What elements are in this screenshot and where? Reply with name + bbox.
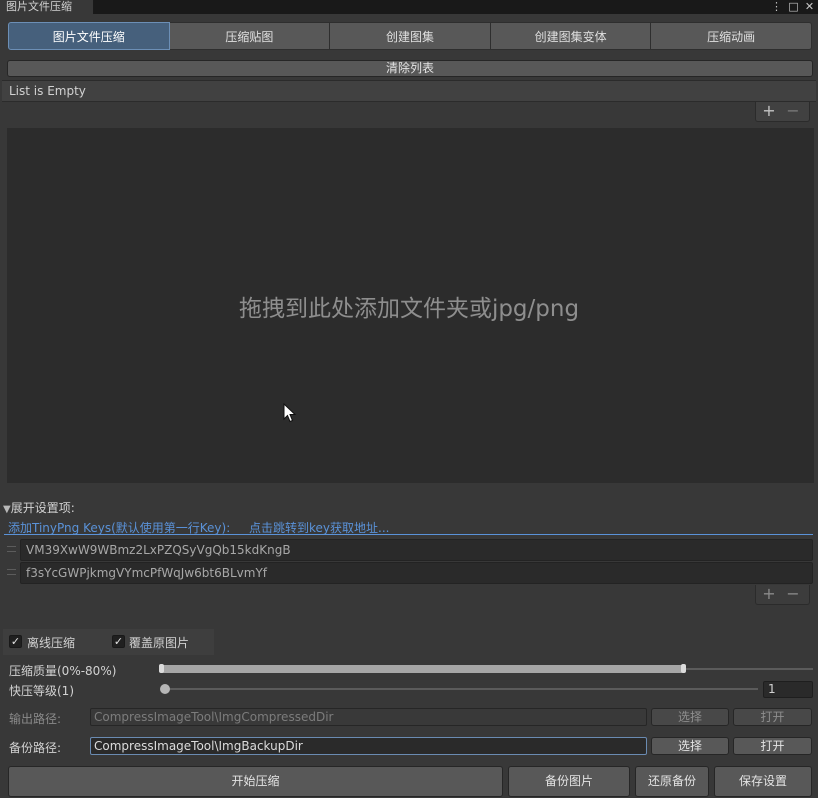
key-input[interactable]: f3sYcGWPjkmgVYmcPfWqJw6bt6BLvmYf <box>20 562 813 584</box>
add-item-icon[interactable]: + <box>758 102 780 120</box>
output-select-button[interactable]: 选择 <box>651 708 729 726</box>
mode-tabs: 图片文件压缩 压缩贴图 创建图集 创建图集变体 压缩动画 <box>8 22 812 50</box>
list-empty-label: List is Empty <box>2 80 816 102</box>
start-compress-button[interactable]: 开始压缩 <box>8 766 503 797</box>
tab-texture-compress[interactable]: 压缩贴图 <box>169 22 331 50</box>
speed-slider-track[interactable] <box>162 688 758 690</box>
backup-select-button[interactable]: 选择 <box>651 737 729 755</box>
window-menu-icon[interactable]: ⋮ <box>770 0 783 14</box>
quality-range-fill <box>160 665 685 673</box>
drag-handle-icon[interactable] <box>7 569 16 575</box>
close-icon[interactable]: ✕ <box>803 0 816 14</box>
restore-backup-button[interactable]: 还原备份 <box>635 766 709 797</box>
maximize-icon[interactable]: □ <box>787 0 800 14</box>
key-row: VM39XwW9WBmz2LxPZQSyVgQb15kdKngB <box>3 539 813 561</box>
backup-path-input[interactable]: CompressImageTool\ImgBackupDir <box>90 737 647 755</box>
remove-item-icon[interactable]: − <box>782 102 804 120</box>
foldout-arrow-icon: ▼ <box>3 504 11 515</box>
overwrite-original-label: 覆盖原图片 <box>129 636 190 650</box>
window-tab[interactable]: 图片文件压缩 <box>0 0 94 14</box>
quality-slider-track[interactable] <box>685 668 813 670</box>
window-title-bar <box>0 0 818 14</box>
quality-min-thumb[interactable] <box>159 664 164 673</box>
backup-path-label: 备份路径: <box>9 741 62 755</box>
tab-compress-animation[interactable]: 压缩动画 <box>651 22 812 50</box>
offline-compress-checkbox[interactable]: ✓ <box>9 635 22 648</box>
quality-label: 压缩质量(0%-80%) <box>9 664 117 678</box>
key-input[interactable]: VM39XwW9WBmz2LxPZQSyVgQb15kdKngB <box>20 539 813 561</box>
remove-key-icon[interactable]: − <box>782 585 804 603</box>
output-path-label: 输出路径: <box>9 712 62 726</box>
add-key-icon[interactable]: + <box>758 585 780 603</box>
output-path-input[interactable]: CompressImageTool\ImgCompressedDir <box>90 708 647 726</box>
clear-list-button[interactable]: 清除列表 <box>7 60 813 77</box>
tab-image-compress[interactable]: 图片文件压缩 <box>8 22 170 50</box>
foldout-label: 展开设置项: <box>10 501 75 515</box>
speed-label: 快压等级(1) <box>9 684 74 698</box>
backup-open-button[interactable]: 打开 <box>733 737 812 755</box>
offline-compress-label: 离线压缩 <box>27 636 76 650</box>
overwrite-original-checkbox[interactable]: ✓ <box>112 635 125 648</box>
save-settings-button[interactable]: 保存设置 <box>714 766 812 797</box>
mouse-cursor-icon <box>283 403 297 423</box>
link-underline <box>4 534 813 535</box>
drop-hint-text: 拖拽到此处添加文件夹或jpg/png <box>238 296 580 322</box>
drag-handle-icon[interactable] <box>7 546 16 552</box>
backup-images-button[interactable]: 备份图片 <box>508 766 630 797</box>
output-open-button[interactable]: 打开 <box>733 708 812 726</box>
speed-slider-thumb[interactable] <box>160 684 170 694</box>
tab-create-atlas-variant[interactable]: 创建图集变体 <box>490 22 652 50</box>
keys-footer: + − <box>755 585 810 605</box>
quality-max-thumb[interactable] <box>681 664 686 673</box>
speed-value-input[interactable]: 1 <box>763 681 813 698</box>
settings-foldout[interactable]: ▼展开设置项: <box>3 499 75 516</box>
key-row: f3sYcGWPjkmgVYmcPfWqJw6bt6BLvmYf <box>3 562 813 584</box>
list-footer: + − <box>755 102 810 122</box>
tab-create-atlas[interactable]: 创建图集 <box>330 22 491 50</box>
